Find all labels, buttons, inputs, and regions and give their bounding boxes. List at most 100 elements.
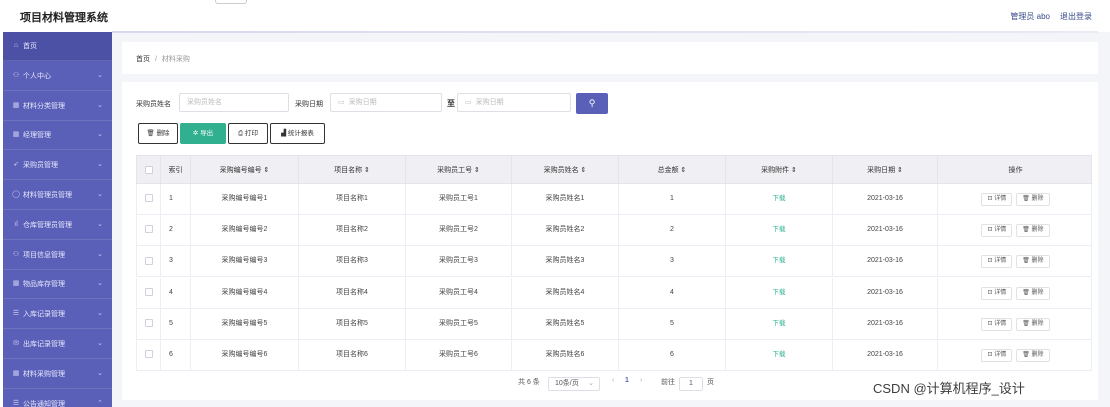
row-delete-button[interactable]: 🗑︎ 删除 <box>1016 317 1050 331</box>
checkbox[interactable] <box>144 318 153 327</box>
sidebar-item[interactable]: ➶ 采购员管理 ⌄ <box>3 151 112 181</box>
trash-icon: 🗑︎ <box>1022 258 1030 265</box>
row-select[interactable] <box>137 277 161 308</box>
row-delete-button[interactable]: 🗑︎ 删除 <box>1016 286 1050 300</box>
checkbox[interactable] <box>144 256 153 265</box>
content-panel: 采购员姓名 采购员姓名 采购日期 ▭ 采购日期 至 ▭ 采购日期 ⚲ 🗑︎ 删除 ✲… <box>122 82 1098 400</box>
sidebar-item[interactable]: ☰ 入库记录管理 ⌄ <box>3 300 112 330</box>
header-attachment[interactable]: 采购附件 ⇕ <box>726 156 833 185</box>
delete-button[interactable]: 🗑︎ 删除 <box>138 123 178 144</box>
detail-button-label: 详情 <box>994 352 1007 358</box>
detail-button[interactable]: ⊡ 详情 <box>981 224 1013 238</box>
cell-attachment: 下载 <box>726 308 833 339</box>
download-link[interactable]: 下载 <box>773 320 786 327</box>
cell-attachment: 下载 <box>726 184 833 214</box>
calendar-icon: ▭ <box>338 99 345 106</box>
checkbox[interactable] <box>144 166 153 175</box>
sidebar-item[interactable]: ⌂ 首页 <box>3 32 112 61</box>
export-button[interactable]: ✲ 导出 <box>180 123 226 144</box>
download-link[interactable]: 下载 <box>773 351 786 358</box>
row-delete-button[interactable]: 🗑︎ 删除 <box>1016 255 1050 269</box>
header-project[interactable]: 项目名称 ⇕ <box>299 156 406 185</box>
buyer-name-label: 采购员姓名 <box>136 101 171 108</box>
download-link[interactable]: 下载 <box>773 257 786 264</box>
header-date[interactable]: 采购日期 ⇕ <box>833 156 938 185</box>
sidebar-item-label: 经理管理 <box>23 132 51 140</box>
trash-icon: 🗑︎ <box>1022 196 1030 202</box>
row-select[interactable] <box>137 215 161 246</box>
sidebar-item[interactable]: ▦ 材料采购管理 ⌄ <box>3 360 112 389</box>
header-staff-no[interactable]: 采购员工号 ⇕ <box>406 156 512 185</box>
download-link[interactable]: 下载 <box>773 226 786 233</box>
page-size-value: 10条/页 <box>555 380 579 387</box>
table-row[interactable]: 6 采购编号编号6 项目名称6 采购员工号6 采购员姓名6 6 2021-03-16 下载 ⊡ … <box>136 340 1092 371</box>
row-delete-button[interactable]: 🗑︎ 删除 <box>1016 193 1050 206</box>
detail-button[interactable]: ⊡ 详情 <box>981 255 1013 269</box>
detail-button-label: 详情 <box>994 289 1007 296</box>
cell-code: 采购编号编号6 <box>191 340 299 370</box>
logout-link[interactable]: 退出登录 <box>1060 11 1092 22</box>
goto-page-input[interactable]: 1 <box>679 377 703 391</box>
sidebar-item[interactable]: ▦ 物品库存管理 ⌄ <box>3 270 112 300</box>
calendar-icon: ▭ <box>465 99 472 106</box>
row-select[interactable] <box>137 308 161 339</box>
row-select[interactable] <box>137 340 161 370</box>
cell-code: 采购编号编号2 <box>191 215 299 246</box>
date-to-input[interactable]: ▭ 采购日期 <box>457 93 571 112</box>
table-row[interactable]: 2 采购编号编号2 项目名称2 采购员工号2 采购员姓名2 2 2021-03-16 下载 ⊡ … <box>136 215 1092 247</box>
header-select-all[interactable] <box>137 156 161 185</box>
header-staff-name[interactable]: 采购员姓名 ⇕ <box>512 156 619 185</box>
table-row[interactable]: 3 采购编号编号3 项目名称3 采购员工号3 采购员姓名3 3 2021-03-16 下载 ⊡ … <box>136 246 1092 278</box>
table-row[interactable]: 4 采购编号编号4 项目名称4 采购员工号4 采购员姓名4 4 2021-03-16 下载 ⊡ … <box>136 277 1093 309</box>
sidebar-item-label: 项目信息管理 <box>23 251 65 259</box>
sidebar-item[interactable]: ☰ 公告通知管理 ⌃ <box>3 390 112 407</box>
stats-report-button[interactable]: ▟ 统计报表 <box>270 123 325 144</box>
page-size-select[interactable]: 10条/页 ⌄ <box>548 377 600 391</box>
header-code[interactable]: 采购编号编号 ⇕ <box>191 156 299 185</box>
row-delete-button[interactable]: 🗑︎ 删除 <box>1016 224 1050 238</box>
next-page-button[interactable]: › <box>640 377 642 384</box>
cell-code: 采购编号编号1 <box>191 184 299 214</box>
checkbox[interactable] <box>144 287 153 296</box>
print-button[interactable]: ⎙ 打印 <box>228 123 268 144</box>
export-button-label: 导出 <box>200 130 214 137</box>
table-row[interactable]: 1 采购编号编号1 项目名称1 采购员工号1 采购员姓名1 1 2021-03-16 下载 ⊡ … <box>136 184 1092 215</box>
row-select[interactable] <box>137 246 161 277</box>
sidebar-item[interactable]: ⚇ 项目信息管理 ⌄ <box>3 241 112 270</box>
detail-button[interactable]: ⊡ 详情 <box>981 193 1013 206</box>
date-from-input[interactable]: ▭ 采购日期 <box>330 93 442 112</box>
sidebar-item[interactable]: ◯ 材料管理员管理 ⌄ <box>3 181 112 210</box>
sidebar-item[interactable]: ▦ 经理管理 ⌄ <box>3 121 112 151</box>
checkbox[interactable] <box>144 194 153 203</box>
sidebar-item-label: 首页 <box>23 43 37 50</box>
header-amount[interactable]: 总金额 ⇕ <box>619 156 726 185</box>
buyer-name-input[interactable]: 采购员姓名 <box>179 93 289 112</box>
sidebar-item[interactable]: ▦ 材料分类管理 ⌄ <box>3 92 112 121</box>
table-row[interactable]: 5 采购编号编号5 项目名称5 采购员工号5 采购员姓名5 5 2021-03-16 下载 ⊡ … <box>136 308 1092 340</box>
search-button[interactable]: ⚲ <box>576 93 608 114</box>
detail-icon: ⊡ <box>987 258 993 265</box>
download-link[interactable]: 下载 <box>773 289 786 296</box>
date-range-separator: 至 <box>447 99 455 108</box>
cell-amount: 4 <box>619 277 726 308</box>
detail-icon: ⊡ <box>987 289 993 296</box>
breadcrumb-home[interactable]: 首页 <box>136 56 150 63</box>
row-select[interactable] <box>137 184 161 214</box>
detail-button[interactable]: ⊡ 详情 <box>981 286 1013 300</box>
detail-button-label: 详情 <box>994 196 1007 202</box>
checkbox[interactable] <box>144 225 153 234</box>
prev-page-button[interactable]: ‹ <box>612 377 614 384</box>
cell-date: 2021-03-16 <box>833 340 938 370</box>
detail-button[interactable]: ⊡ 详情 <box>981 317 1013 331</box>
sidebar-item[interactable]: ıl 仓库管理员管理 ⌄ <box>3 211 112 240</box>
detail-button[interactable]: ⊡ 详情 <box>981 349 1013 362</box>
print-icon: ⎙ <box>237 130 244 137</box>
cell-actions: ⊡ 详情 🗑︎ 删除 <box>938 278 1093 308</box>
sidebar-item[interactable]: ✉ 出库记录管理 ⌄ <box>3 330 112 359</box>
page-1-button[interactable]: 1 <box>625 377 629 384</box>
sidebar-item[interactable]: ⚇ 个人中心 ⌄ <box>3 62 112 91</box>
chevron-down-icon: ⌄ <box>97 280 103 288</box>
checkbox[interactable] <box>144 350 153 359</box>
row-delete-button[interactable]: 🗑︎ 删除 <box>1016 349 1050 362</box>
download-link[interactable]: 下载 <box>773 195 786 202</box>
